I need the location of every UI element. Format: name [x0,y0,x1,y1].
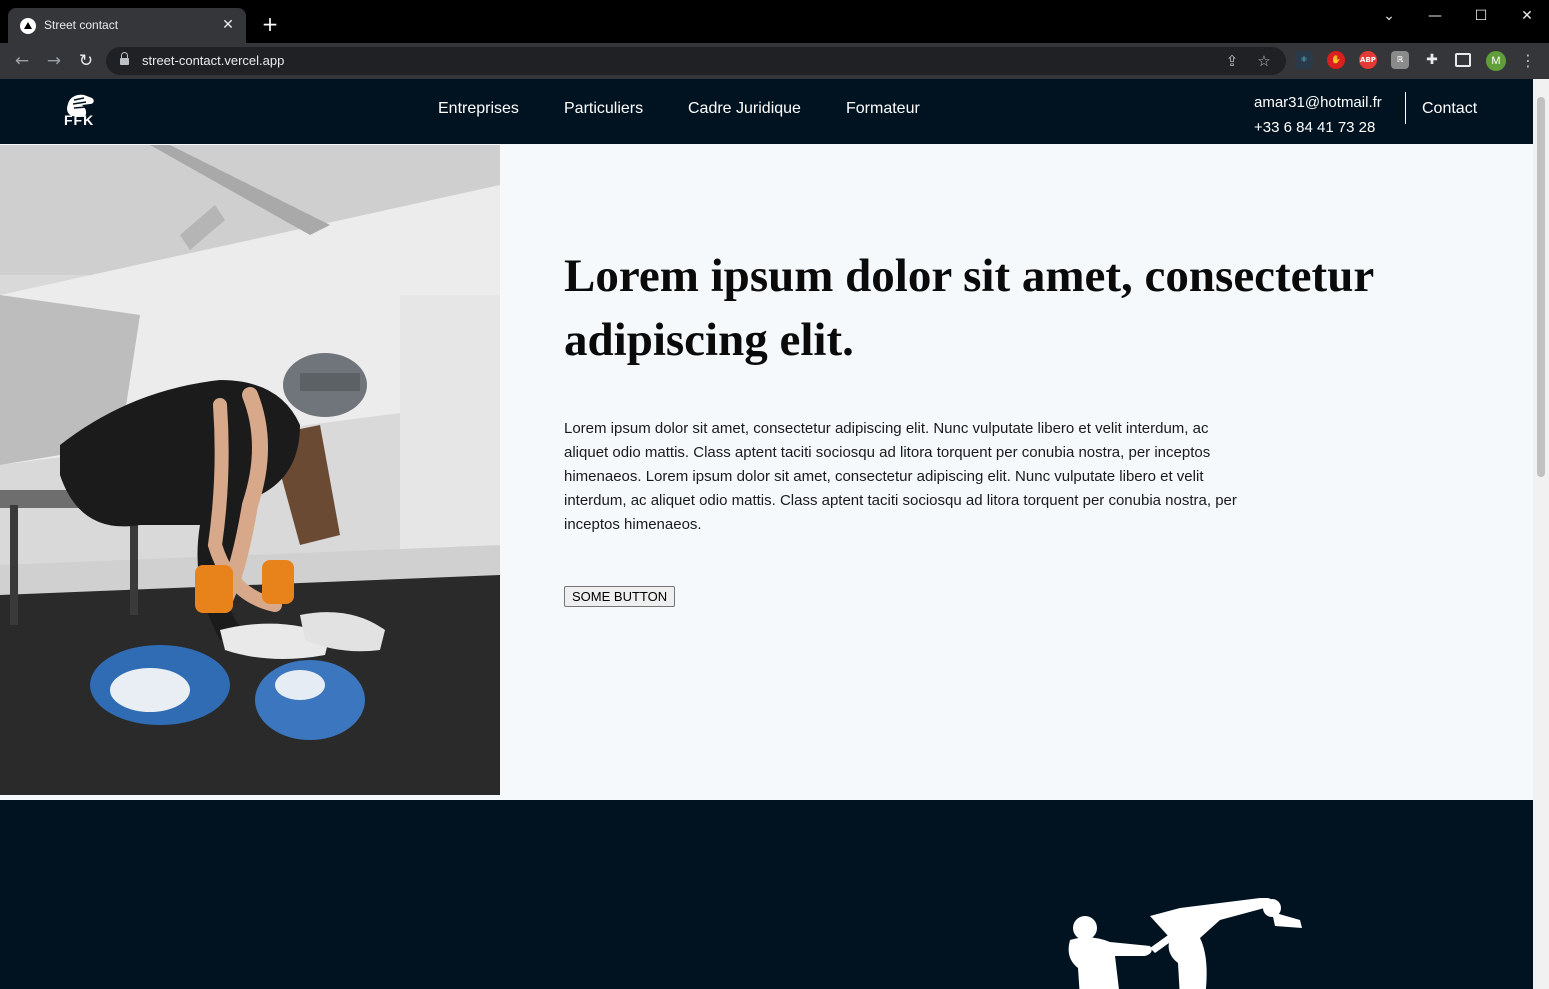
browser-toolbar: ← → ↻ street-contact.vercel.app ⇪ ☆ ⚛ ✋ … [0,43,1549,79]
address-bar[interactable]: street-contact.vercel.app ⇪ ☆ [106,47,1286,75]
generic-extension-icon[interactable]: ℝ [1391,51,1409,69]
puzzle-icon[interactable]: ✚ [1423,51,1441,69]
bookmark-star-icon[interactable]: ☆ [1254,51,1274,71]
page-viewport: FFK Entreprises Particuliers Cadre Jurid… [0,79,1549,989]
contact-phone[interactable]: +33 6 84 41 73 28 [1254,119,1375,136]
profile-avatar[interactable]: M [1486,51,1506,71]
adblock-hand-icon[interactable]: ✋ [1327,51,1345,69]
header-divider [1405,92,1406,124]
react-devtools-icon[interactable]: ⚛ [1295,51,1313,69]
side-panel-icon[interactable] [1455,53,1471,67]
nav-formateur[interactable]: Formateur [846,100,920,118]
dark-section [0,800,1533,989]
hero-paragraph: Lorem ipsum dolor sit amet, consectetur … [564,420,1237,533]
share-icon[interactable]: ⇪ [1222,51,1242,71]
menu-kebab-icon[interactable]: ⋮ [1518,50,1538,72]
hero-title: Lorem ipsum dolor sit amet, consectetur … [564,250,1374,366]
boxer-photo [0,145,500,795]
url-text: street-contact.vercel.app [142,53,285,68]
forward-icon[interactable]: → [43,50,65,72]
page-scrollbar[interactable] [1533,79,1549,989]
tab-search-icon[interactable]: ⌄ [1374,6,1404,26]
scrollbar-thumb[interactable] [1537,97,1545,477]
some-button[interactable]: SOME BUTTON [564,586,676,607]
hero-section: Lorem ipsum dolor sit amet, consectetur … [0,144,1533,800]
reload-icon[interactable]: ↻ [75,50,97,72]
browser-tab[interactable]: Street contact ✕ [8,8,246,43]
browser-tab-strip: Street contact ✕ + ⌄ — ☐ ✕ [0,0,1549,43]
maximize-icon[interactable]: ☐ [1466,6,1496,26]
site-header: FFK Entreprises Particuliers Cadre Jurid… [0,79,1533,144]
close-tab-icon[interactable]: ✕ [218,15,238,35]
nav-entreprises[interactable]: Entreprises [438,100,519,118]
minimize-icon[interactable]: — [1420,6,1450,26]
contact-email[interactable]: amar31@hotmail.fr [1254,94,1382,111]
back-icon[interactable]: ← [11,50,33,72]
nav-contact[interactable]: Contact [1422,100,1477,118]
lock-icon [120,52,129,66]
vercel-favicon-icon [20,18,36,34]
new-tab-button[interactable]: + [259,13,281,35]
close-window-icon[interactable]: ✕ [1512,6,1542,26]
abp-icon[interactable]: ABP [1359,51,1377,69]
nav-particuliers[interactable]: Particuliers [564,100,643,118]
logo-text: FFK [64,112,95,128]
karate-silhouettes-icon [1068,898,1302,989]
tab-title: Street contact [44,18,119,32]
nav-cadre-juridique[interactable]: Cadre Juridique [688,100,801,118]
